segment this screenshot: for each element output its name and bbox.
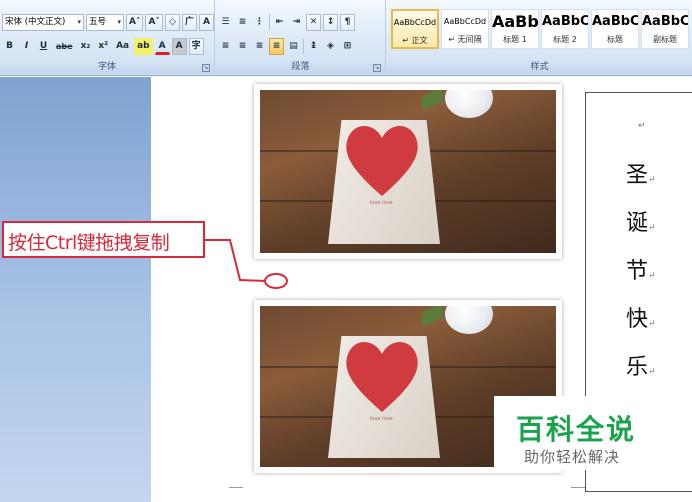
text-char: 节↵ — [626, 259, 656, 284]
annotation-callout: 按住Ctrl键拖拽复制 — [2, 221, 205, 258]
text-char: 乐↵ — [626, 355, 656, 380]
watermark-title: 百科全说 — [516, 413, 637, 446]
annotation-text: 按住Ctrl键拖拽复制 — [8, 232, 170, 254]
text-char: 快↵ — [626, 307, 656, 332]
watermark-subtitle: 助你轻松解决 — [524, 448, 621, 466]
watermark: 百科全说 助你轻松解决 — [494, 396, 692, 470]
text-char: 圣↵ — [626, 163, 656, 188]
text-char: 诞↵ — [626, 211, 656, 236]
paragraph-mark: ↵ — [638, 121, 646, 131]
